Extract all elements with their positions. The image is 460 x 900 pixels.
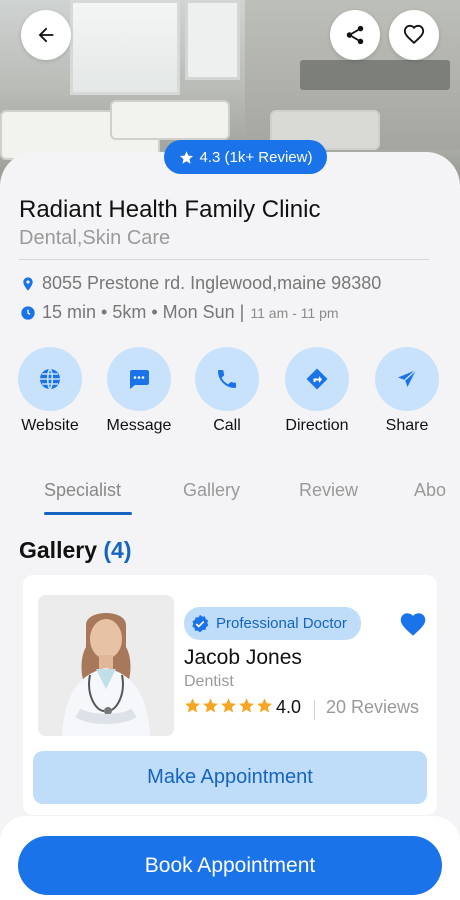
heart-icon[interactable] bbox=[399, 611, 427, 637]
rating-text: 4.3 (1k+ Review) bbox=[199, 148, 313, 166]
clinic-name: Radiant Health Family Clinic bbox=[19, 196, 321, 223]
share-top-button[interactable] bbox=[330, 10, 380, 60]
heart-outline-icon bbox=[403, 24, 425, 45]
professional-badge: Professional Doctor bbox=[184, 607, 361, 640]
address-text: 8055 Prestone rd. Inglewood,maine 98380 bbox=[42, 273, 382, 293]
doctor-photo-icon bbox=[38, 595, 174, 736]
divider bbox=[19, 259, 429, 260]
back-button[interactable] bbox=[21, 10, 71, 60]
direction-icon bbox=[306, 368, 328, 390]
star-icon bbox=[203, 698, 218, 713]
doctor-role: Dentist bbox=[184, 673, 234, 690]
message-icon bbox=[130, 370, 149, 389]
make-appointment-button[interactable]: Make Appointment bbox=[33, 751, 427, 804]
tab-review[interactable]: Review bbox=[299, 480, 358, 501]
active-tab-indicator bbox=[44, 512, 132, 515]
star-icon bbox=[239, 698, 254, 713]
website-label: Website bbox=[21, 417, 79, 434]
doctor-avatar bbox=[38, 595, 174, 736]
clinic-categories: Dental,Skin Care bbox=[19, 227, 171, 249]
location-pin-icon bbox=[23, 276, 33, 291]
clock-icon bbox=[21, 305, 35, 320]
section-count: (4) bbox=[103, 537, 132, 563]
call-action[interactable]: Call bbox=[182, 347, 272, 435]
rating-badge: 4.3 (1k+ Review) bbox=[164, 140, 327, 174]
star-icon bbox=[257, 698, 272, 713]
direction-label: Direction bbox=[285, 417, 349, 434]
share-icon bbox=[346, 25, 364, 45]
star-icon bbox=[179, 150, 193, 164]
tab-about[interactable]: Abo bbox=[414, 480, 446, 501]
verified-icon bbox=[192, 614, 209, 632]
detail-tabs: Specialist Gallery Review Abo bbox=[0, 476, 460, 516]
arrow-left-icon bbox=[38, 27, 54, 43]
star-rating bbox=[184, 697, 273, 714]
rating-separator bbox=[314, 700, 315, 720]
share-action[interactable]: Share bbox=[362, 347, 452, 435]
message-label: Message bbox=[106, 417, 172, 434]
address-row: 8055 Prestone rd. Inglewood,maine 98380 bbox=[20, 273, 381, 294]
book-appointment-button[interactable]: Book Appointment bbox=[18, 836, 442, 895]
phone-icon bbox=[218, 370, 236, 388]
star-icon bbox=[185, 698, 200, 713]
favorite-top-button[interactable] bbox=[389, 10, 439, 60]
travel-row: 15 min • 5km • Mon Sun | 11 am - 11 pm bbox=[20, 302, 339, 323]
direction-action[interactable]: Direction bbox=[272, 347, 362, 435]
doctor-rating-value: 4.0 bbox=[276, 697, 302, 717]
hours-text: 11 am - 11 pm bbox=[250, 304, 339, 321]
doctor-review-count: 20 Reviews bbox=[326, 697, 420, 717]
call-label: Call bbox=[213, 417, 241, 434]
section-title: Gallery (4) bbox=[19, 537, 132, 564]
doctor-name: Jacob Jones bbox=[184, 646, 302, 669]
section-title-text: Gallery bbox=[19, 537, 97, 563]
tab-specialist[interactable]: Specialist bbox=[44, 480, 121, 501]
send-icon bbox=[398, 369, 417, 387]
star-icon bbox=[221, 698, 236, 713]
tab-gallery[interactable]: Gallery bbox=[183, 480, 240, 501]
share-label: Share bbox=[385, 417, 429, 434]
globe-icon bbox=[40, 368, 60, 390]
website-action[interactable]: Website bbox=[5, 347, 95, 435]
badge-text: Professional Doctor bbox=[216, 615, 347, 632]
travel-text: 15 min • 5km • Mon Sun | bbox=[42, 302, 245, 322]
message-action[interactable]: Message bbox=[94, 347, 184, 435]
